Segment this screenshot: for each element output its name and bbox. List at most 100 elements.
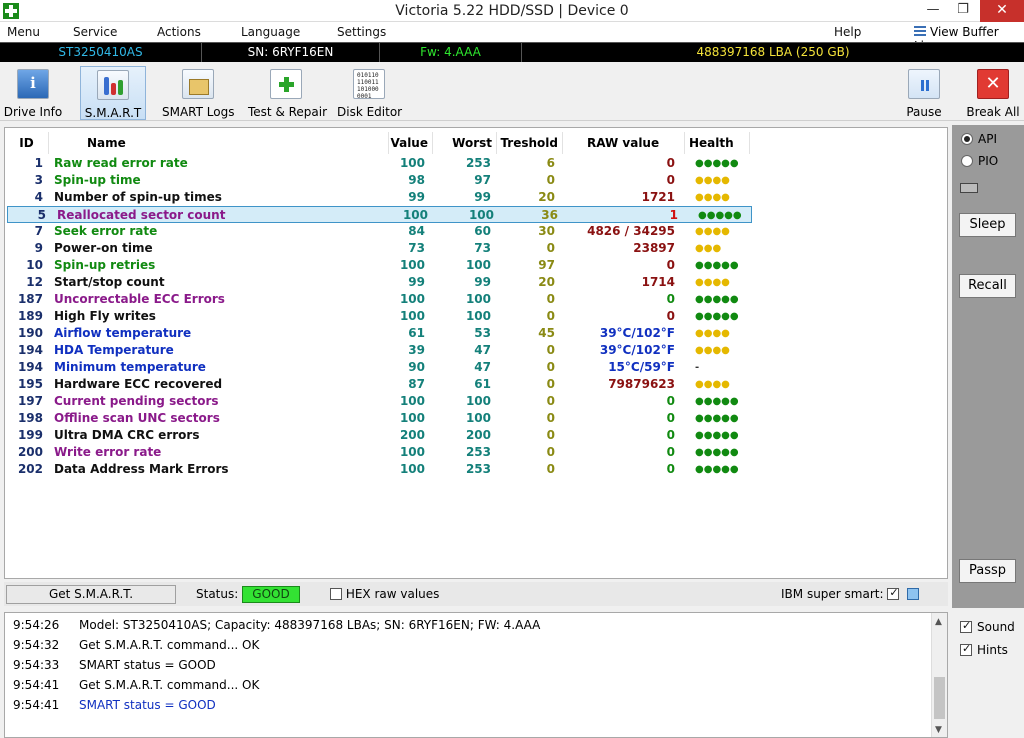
radio-empty-icon xyxy=(961,155,973,167)
smart-button[interactable]: S.M.A.R.T xyxy=(80,66,146,120)
row-id: 10 xyxy=(26,258,43,272)
row-id: 5 xyxy=(37,208,46,222)
row-health: ●●●●● xyxy=(695,311,739,322)
window-title: Victoria 5.22 HDD/SSD | Device 0 xyxy=(395,3,629,19)
info-icon xyxy=(17,69,49,99)
minimize-button[interactable]: — xyxy=(918,0,948,22)
row-health: ●●●● xyxy=(695,379,730,390)
drive-info-button[interactable]: Drive Info xyxy=(3,66,63,120)
table-row[interactable]: 10 Spin-up retries 100 100 97 0 ●●●●● xyxy=(5,257,750,274)
table-row[interactable]: 7 Seek error rate 84 60 30 4826 / 34295 ●●●● xyxy=(5,223,750,240)
table-row[interactable]: 200 Write error rate 100 253 0 0 ●●●●● xyxy=(5,444,750,461)
header-raw[interactable]: RAW value xyxy=(563,132,685,154)
maximize-button[interactable]: ❐ xyxy=(948,0,978,22)
row-id: 200 xyxy=(17,445,43,459)
drive-info-label: Drive Info xyxy=(3,105,63,119)
row-worst: 99 xyxy=(474,190,491,204)
scroll-up-icon[interactable]: ▲ xyxy=(935,617,942,627)
header-health[interactable]: Health xyxy=(685,132,750,154)
row-id: 7 xyxy=(34,224,43,238)
log-entry: 9:54:41 SMART status = GOOD xyxy=(13,695,216,715)
table-row[interactable]: 3 Spin-up time 98 97 0 0 ●●●● xyxy=(5,172,750,189)
buffer-icon xyxy=(914,26,926,37)
row-raw: 15°C/59°F xyxy=(608,360,675,374)
scroll-down-icon[interactable]: ▼ xyxy=(935,725,942,735)
row-id: 199 xyxy=(17,428,43,442)
sound-checkbox[interactable]: Sound xyxy=(960,619,1015,634)
table-row[interactable]: 190 Airflow temperature 61 53 45 39°C/102°F ●●… xyxy=(5,325,750,342)
scroll-thumb[interactable] xyxy=(934,677,945,719)
pio-radio[interactable]: PIO xyxy=(961,154,998,168)
row-id: 190 xyxy=(17,326,43,340)
table-row[interactable]: 9 Power-on time 73 73 0 23897 ●●● xyxy=(5,240,750,257)
table-row[interactable]: 189 High Fly writes 100 100 0 0 ●●●●● xyxy=(5,308,750,325)
row-health: ●●●● xyxy=(695,175,730,186)
header-name[interactable]: Name xyxy=(49,132,389,154)
table-row[interactable]: 187 Uncorrectable ECC Errors 100 100 0 0 ●●●●● xyxy=(5,291,750,308)
menu-bar: Menu Service Actions Language Settings H… xyxy=(0,22,1024,53)
row-name: Spin-up time xyxy=(54,173,141,187)
sleep-button[interactable]: Sleep xyxy=(959,213,1016,237)
table-row[interactable]: 198 Offline scan UNC sectors 100 100 0 0 ●●●●● xyxy=(5,410,750,427)
row-health: ●●●●● xyxy=(695,260,739,271)
pause-button[interactable]: Pause xyxy=(902,66,946,120)
log-scrollbar[interactable]: ▲ ▼ xyxy=(931,613,947,737)
row-raw: 0 xyxy=(666,428,675,442)
table-row[interactable]: 194 HDA Temperature 39 47 0 39°C/102°F ●●●● xyxy=(5,342,750,359)
table-row[interactable]: 197 Current pending sectors 100 100 0 0 ●●●●● xyxy=(5,393,750,410)
header-value[interactable]: Value xyxy=(389,132,433,154)
table-row[interactable]: 5 Reallocated sector count 100 100 36 1 ●●●●● xyxy=(7,206,752,223)
row-threshold: 0 xyxy=(546,411,555,425)
color-indicator[interactable] xyxy=(907,588,919,600)
table-row[interactable]: 199 Ultra DMA CRC errors 200 200 0 0 ●●●●● xyxy=(5,427,750,444)
menu-service[interactable]: Service xyxy=(73,25,117,39)
menu-menu[interactable]: Menu xyxy=(7,25,40,39)
menu-help[interactable]: Help xyxy=(834,25,861,39)
close-button[interactable]: ✕ xyxy=(980,0,1024,22)
header-id[interactable]: ID xyxy=(5,132,49,154)
header-worst[interactable]: Worst xyxy=(433,132,497,154)
table-row[interactable]: 195 Hardware ECC recovered 87 61 0 79879623 ●●… xyxy=(5,376,750,393)
menu-language[interactable]: Language xyxy=(241,25,300,39)
break-all-button[interactable]: ✕ Break All xyxy=(966,66,1020,120)
row-value: 73 xyxy=(408,241,425,255)
test-repair-button[interactable]: Test & Repair xyxy=(248,66,327,120)
hex-raw-checkbox[interactable]: HEX raw values xyxy=(330,587,439,601)
header-threshold[interactable]: Treshold xyxy=(497,132,563,154)
ibm-label: IBM super smart: xyxy=(781,587,884,601)
menu-actions[interactable]: Actions xyxy=(157,25,201,39)
row-name: Offline scan UNC sectors xyxy=(54,411,220,425)
disk-editor-button[interactable]: 010110 110011 101000 0001 Disk Editor xyxy=(337,66,402,120)
table-row[interactable]: 12 Start/stop count 99 99 20 1714 ●●●● xyxy=(5,274,750,291)
table-row[interactable]: 1 Raw read error rate 100 253 6 0 ●●●●● xyxy=(5,155,750,172)
row-worst: 100 xyxy=(468,208,494,222)
row-id: 9 xyxy=(34,241,43,255)
row-threshold: 0 xyxy=(546,309,555,323)
log-entry: 9:54:41 Get S.M.A.R.T. command... OK xyxy=(13,675,259,695)
ibm-super-smart-checkbox[interactable]: IBM super smart: xyxy=(781,586,900,601)
menu-settings[interactable]: Settings xyxy=(337,25,386,39)
row-health: ●●●●● xyxy=(695,464,739,475)
smart-logs-button[interactable]: SMART Logs xyxy=(162,66,234,120)
row-threshold: 20 xyxy=(538,275,555,289)
api-radio[interactable]: API xyxy=(961,132,997,146)
hex-raw-label: HEX raw values xyxy=(345,587,440,601)
row-raw: 4826 / 34295 xyxy=(587,224,675,238)
row-id: 187 xyxy=(17,292,43,306)
hints-checkbox[interactable]: Hints xyxy=(960,642,1008,657)
row-threshold: 0 xyxy=(546,343,555,357)
table-row[interactable]: 4 Number of spin-up times 99 99 20 1721 ●●●● xyxy=(5,189,750,206)
get-smart-button[interactable]: Get S.M.A.R.T. xyxy=(6,585,176,604)
log-time: 9:54:32 xyxy=(13,638,60,652)
device-serial: SN: 6RYF16EN xyxy=(202,43,380,62)
recall-button[interactable]: Recall xyxy=(959,274,1016,298)
log-panel[interactable]: 9:54:26 Model: ST3250410AS; Capacity: 488… xyxy=(4,612,948,738)
row-worst: 253 xyxy=(465,445,491,459)
row-raw: 0 xyxy=(666,445,675,459)
table-row[interactable]: 202 Data Address Mark Errors 100 253 0 0 ●●●●● xyxy=(5,461,750,478)
passp-button[interactable]: Passp xyxy=(959,559,1016,583)
row-raw: 0 xyxy=(666,258,675,272)
table-row[interactable]: 194 Minimum temperature 90 47 0 15°C/59°F - xyxy=(5,359,750,376)
row-threshold: 97 xyxy=(538,258,555,272)
smart-table[interactable]: ID Name Value Worst Treshold RAW value H… xyxy=(4,127,948,579)
